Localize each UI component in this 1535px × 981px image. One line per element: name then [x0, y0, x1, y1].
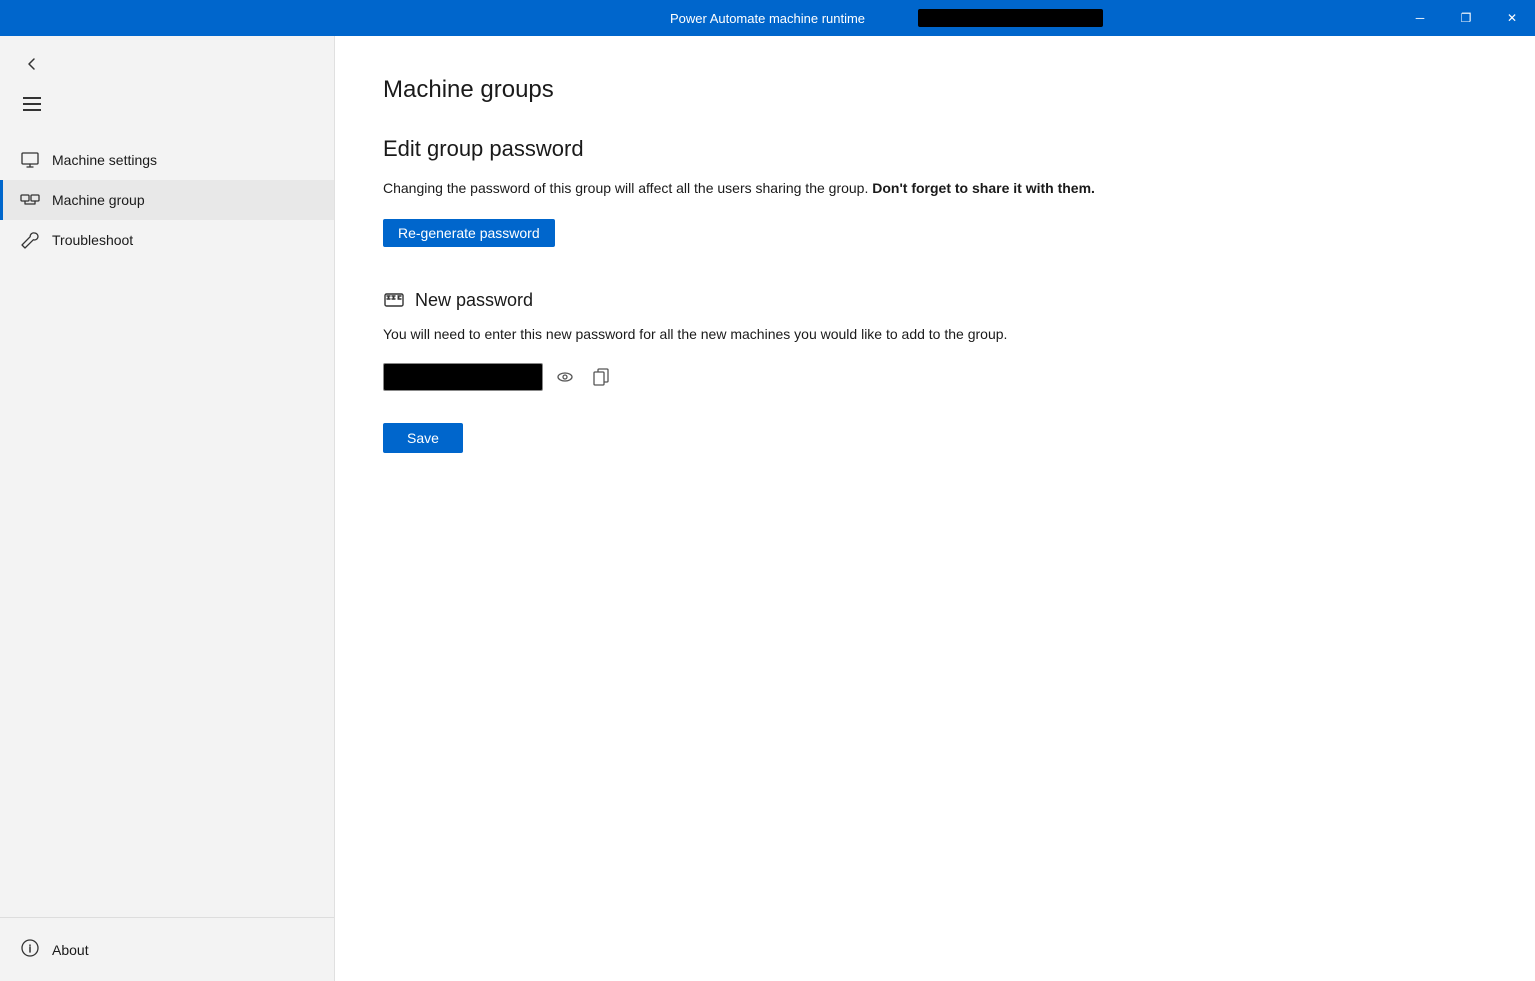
about-label: About — [52, 942, 89, 958]
sidebar-item-machine-group[interactable]: Machine group — [0, 180, 334, 220]
app-layout: Machine settings Machine group — [0, 36, 1535, 981]
titlebar-controls: ─ ❐ ✕ — [1397, 0, 1535, 36]
about-item[interactable]: About — [20, 930, 314, 969]
sidebar-item-machine-group-label: Machine group — [52, 192, 145, 208]
sidebar: Machine settings Machine group — [0, 36, 335, 981]
wrench-icon — [20, 230, 40, 250]
copy-icon — [592, 368, 610, 386]
hamburger-line-3 — [23, 109, 41, 111]
hamburger-button[interactable] — [16, 88, 48, 120]
titlebar-redacted — [918, 9, 1103, 27]
regenerate-password-button[interactable]: Re-generate password — [383, 219, 555, 247]
close-button[interactable]: ✕ — [1489, 0, 1535, 36]
sidebar-item-troubleshoot[interactable]: Troubleshoot — [0, 220, 334, 260]
section-desc-bold: Don't forget to share it with them. — [872, 180, 1095, 196]
titlebar: Power Automate machine runtime ─ ❐ ✕ — [0, 0, 1535, 36]
main-content: Machine groups Edit group password Chang… — [335, 36, 1535, 981]
page-title: Machine groups — [383, 76, 1487, 104]
section-description: Changing the password of this group will… — [383, 178, 1487, 199]
sidebar-item-machine-settings-label: Machine settings — [52, 152, 157, 168]
info-icon — [20, 938, 40, 961]
password-field — [383, 363, 543, 391]
minimize-button[interactable]: ─ — [1397, 0, 1443, 36]
sidebar-bottom: About — [0, 917, 334, 981]
section-desc-plain: Changing the password of this group will… — [383, 180, 868, 196]
show-password-button[interactable] — [551, 363, 579, 391]
restore-button[interactable]: ❐ — [1443, 0, 1489, 36]
machine-group-icon — [20, 190, 40, 210]
password-field-row — [383, 363, 1487, 391]
new-password-description: You will need to enter this new password… — [383, 324, 1487, 345]
sidebar-item-machine-settings[interactable]: Machine settings — [0, 140, 334, 180]
new-password-heading: New password — [415, 290, 533, 311]
hamburger-line-1 — [23, 97, 41, 99]
titlebar-title: Power Automate machine runtime — [670, 11, 865, 26]
nav-items: Machine settings Machine group — [0, 132, 334, 917]
monitor-icon — [20, 150, 40, 170]
section-title: Edit group password — [383, 136, 1487, 162]
eye-icon — [556, 368, 574, 386]
password-section-icon — [383, 287, 405, 314]
sidebar-item-troubleshoot-label: Troubleshoot — [52, 232, 133, 248]
back-icon — [24, 56, 40, 72]
hamburger-line-2 — [23, 103, 41, 105]
new-password-title: New password — [383, 287, 1487, 314]
save-button[interactable]: Save — [383, 423, 463, 453]
back-button[interactable] — [16, 48, 48, 80]
password-section: New password You will need to enter this… — [383, 287, 1487, 453]
sidebar-top — [0, 36, 334, 132]
copy-password-button[interactable] — [587, 363, 615, 391]
